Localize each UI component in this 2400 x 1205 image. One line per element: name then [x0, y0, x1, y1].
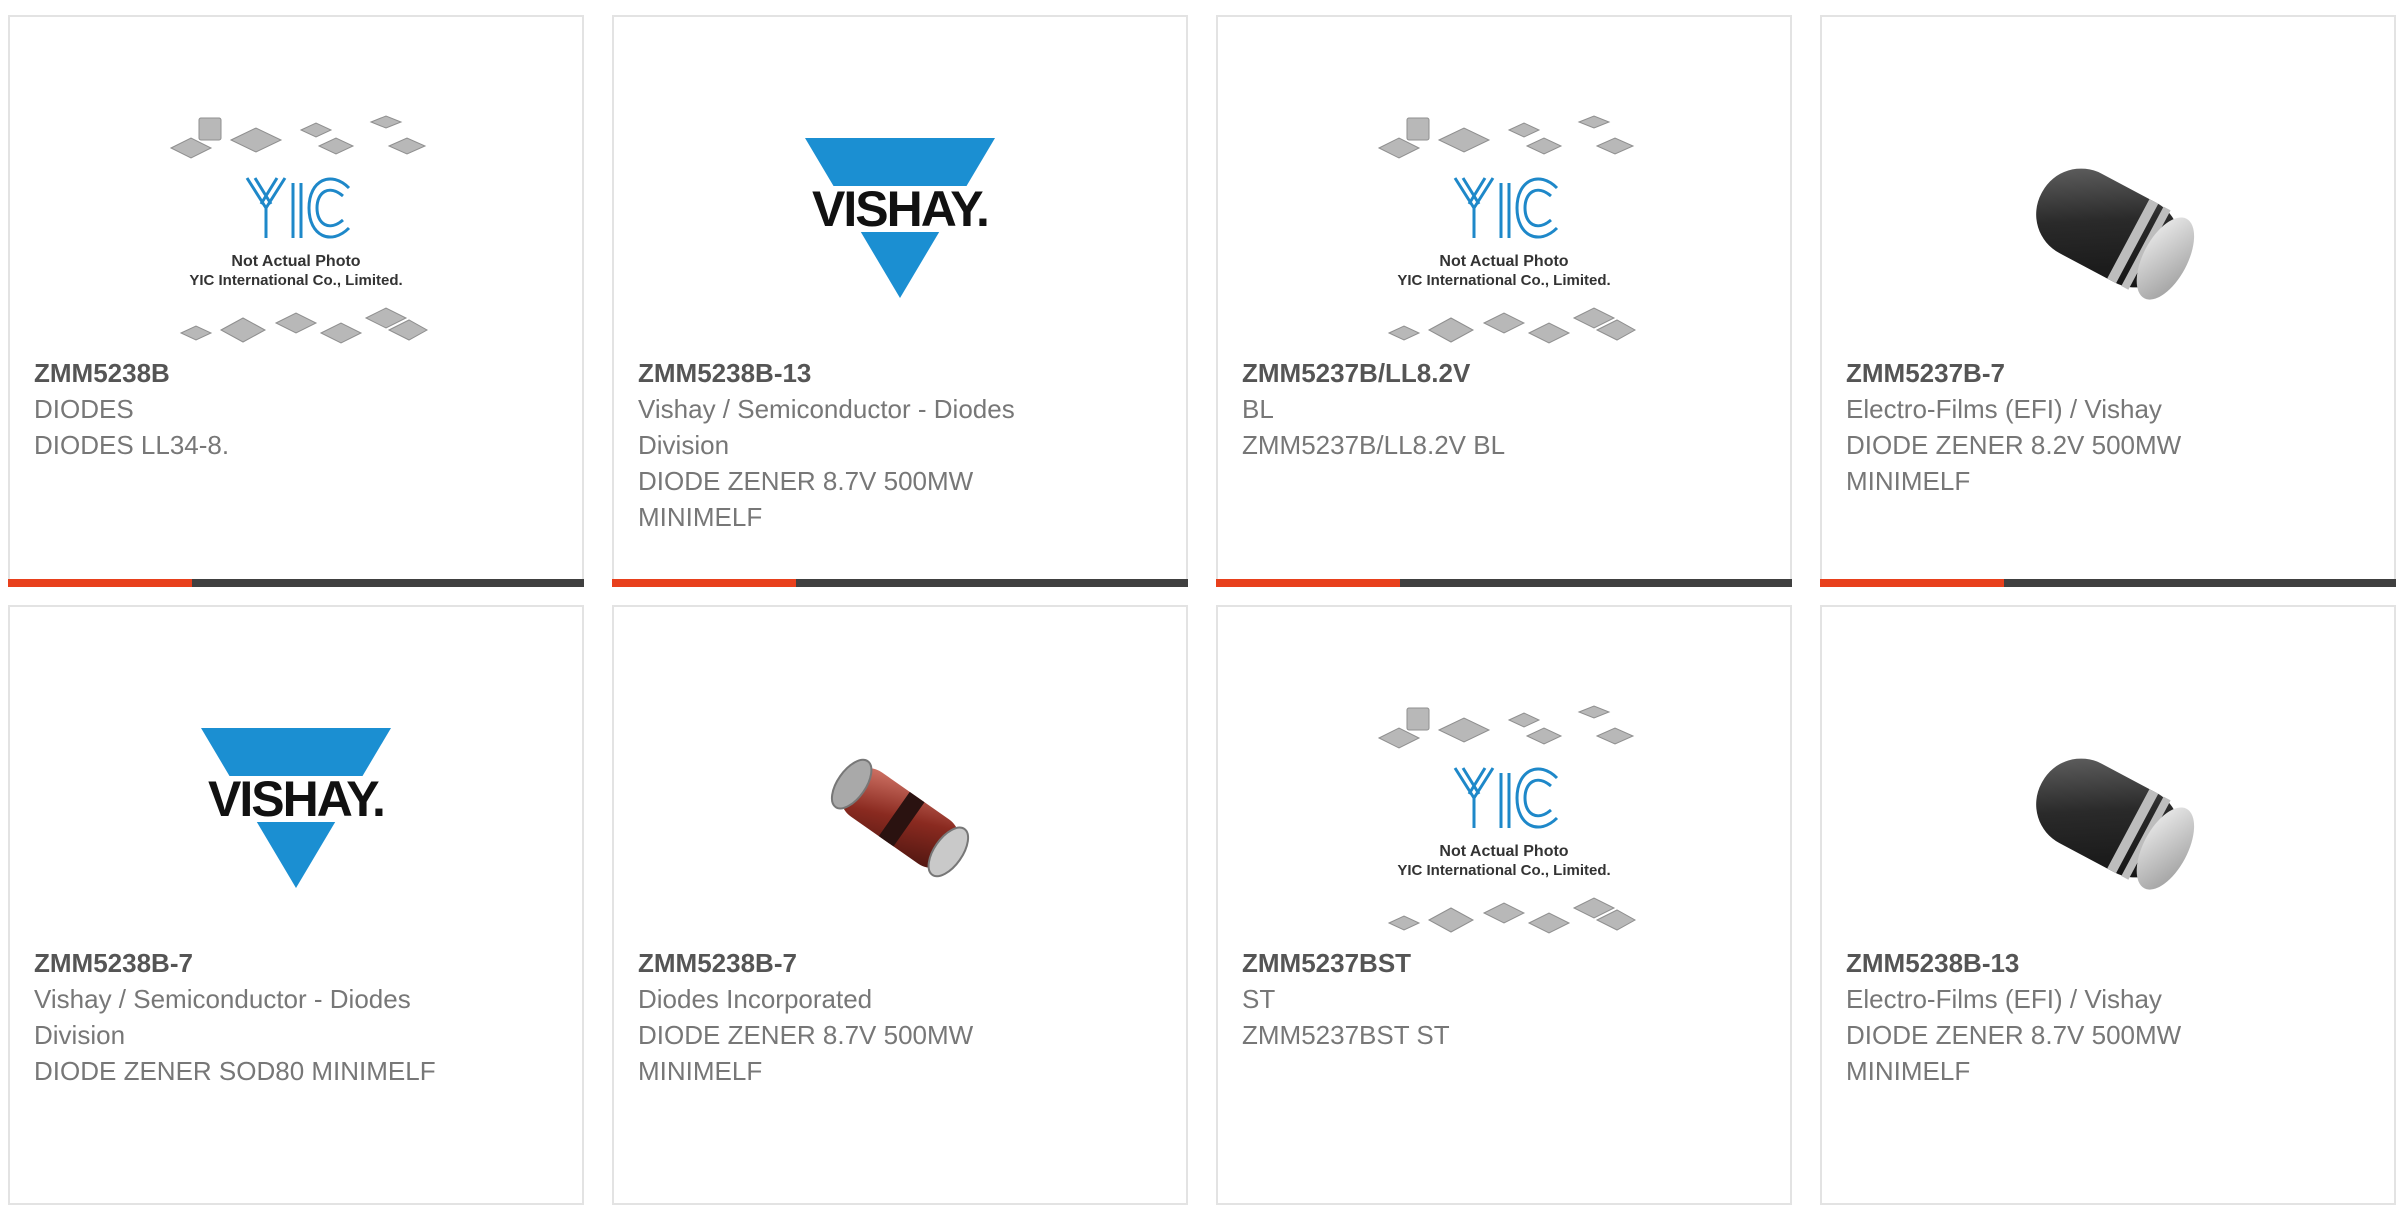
- product-image[interactable]: [614, 683, 1186, 953]
- svg-text:VISHAY.: VISHAY.: [208, 771, 384, 827]
- manufacturer: Electro-Films (EFI) / Vishay: [1846, 394, 2162, 424]
- manufacturer: Diodes Incorporated: [638, 984, 873, 1014]
- card-bottom-bar: [1216, 579, 1792, 587]
- yic-line1: Not Actual Photo: [231, 253, 360, 270]
- product-card[interactable]: VISHAY. ZMM5238B-7 Vishay / Semiconducto…: [8, 605, 584, 1205]
- part-number[interactable]: ZMM5238B-7: [34, 945, 558, 981]
- product-card[interactable]: ZMM5238B-13 Electro-Films (EFI) / Vishay…: [1820, 605, 2396, 1205]
- description: DIODE ZENER 8.2V 500MW MINIMELF: [1846, 430, 2182, 496]
- yic-line2: YIC International Co., Limited.: [1397, 862, 1610, 879]
- product-image[interactable]: Not Actual Photo YIC International Co., …: [10, 93, 582, 363]
- product-card[interactable]: ZMM5237B-7 Electro-Films (EFI) / Vishay …: [1820, 15, 2396, 587]
- yic-line2: YIC International Co., Limited.: [1397, 272, 1610, 289]
- yic-placeholder-image: Not Actual Photo YIC International Co., …: [1377, 115, 1637, 344]
- product-image[interactable]: [1822, 683, 2394, 953]
- part-number[interactable]: ZMM5237B/LL8.2V: [1242, 355, 1766, 391]
- description: DIODE ZENER 8.7V 500MW MINIMELF: [638, 466, 974, 532]
- description: ZMM5237B/LL8.2V BL: [1242, 430, 1506, 460]
- description: DIODES LL34-8.: [34, 430, 230, 460]
- yic-line2: YIC International Co., Limited.: [189, 272, 402, 289]
- part-number[interactable]: ZMM5238B-13: [638, 355, 1162, 391]
- product-card[interactable]: VISHAY. ZMM5238B-13 Vishay / Semiconduct…: [612, 15, 1188, 587]
- manufacturer: Vishay / Semiconductor - Diodes Division: [34, 984, 411, 1050]
- product-image[interactable]: Not Actual Photo YIC International Co., …: [1218, 683, 1790, 953]
- product-card[interactable]: ZMM5238B-7 Diodes Incorporated DIODE ZEN…: [612, 605, 1188, 1205]
- card-bottom-bar: [8, 579, 584, 587]
- product-image[interactable]: Not Actual Photo YIC International Co., …: [1218, 93, 1790, 363]
- description: DIODE ZENER 8.7V 500MW MINIMELF: [638, 1020, 974, 1086]
- manufacturer: BL: [1242, 394, 1274, 424]
- manufacturer: DIODES: [34, 394, 134, 424]
- product-image[interactable]: [1822, 93, 2394, 363]
- description: DIODE ZENER SOD80 MINIMELF: [34, 1056, 436, 1086]
- minimelf-red-image: [830, 758, 970, 878]
- part-number[interactable]: ZMM5238B: [34, 355, 558, 391]
- card-bottom-bar: [1820, 579, 2396, 587]
- minimelf-black-image: [2036, 758, 2195, 890]
- product-card[interactable]: Not Actual Photo YIC International Co., …: [1216, 605, 1792, 1205]
- part-number[interactable]: ZMM5238B-13: [1846, 945, 2370, 981]
- manufacturer: Electro-Films (EFI) / Vishay: [1846, 984, 2162, 1014]
- yic-line1: Not Actual Photo: [1439, 843, 1568, 860]
- product-card[interactable]: Not Actual Photo YIC International Co., …: [1216, 15, 1792, 587]
- part-number[interactable]: ZMM5238B-7: [638, 945, 1162, 981]
- yic-placeholder-image: Not Actual Photo YIC International Co., …: [169, 115, 429, 344]
- part-number[interactable]: ZMM5237B-7: [1846, 355, 2370, 391]
- product-image[interactable]: VISHAY.: [10, 683, 582, 953]
- yic-line1: Not Actual Photo: [1439, 253, 1568, 270]
- svg-text:VISHAY.: VISHAY.: [812, 181, 988, 237]
- description: ZMM5237BST ST: [1242, 1020, 1450, 1050]
- description: DIODE ZENER 8.7V 500MW MINIMELF: [1846, 1020, 2182, 1086]
- manufacturer: Vishay / Semiconductor - Diodes Division: [638, 394, 1015, 460]
- yic-placeholder-image: Not Actual Photo YIC International Co., …: [1377, 705, 1637, 934]
- product-card[interactable]: Not Actual Photo YIC International Co., …: [8, 15, 584, 587]
- manufacturer: ST: [1242, 984, 1276, 1014]
- part-number[interactable]: ZMM5237BST: [1242, 945, 1766, 981]
- product-image[interactable]: VISHAY.: [614, 93, 1186, 363]
- card-bottom-bar: [612, 579, 1188, 587]
- vishay-logo: VISHAY.: [785, 138, 1015, 298]
- vishay-logo: VISHAY.: [181, 728, 411, 888]
- minimelf-black-image: [2036, 168, 2195, 300]
